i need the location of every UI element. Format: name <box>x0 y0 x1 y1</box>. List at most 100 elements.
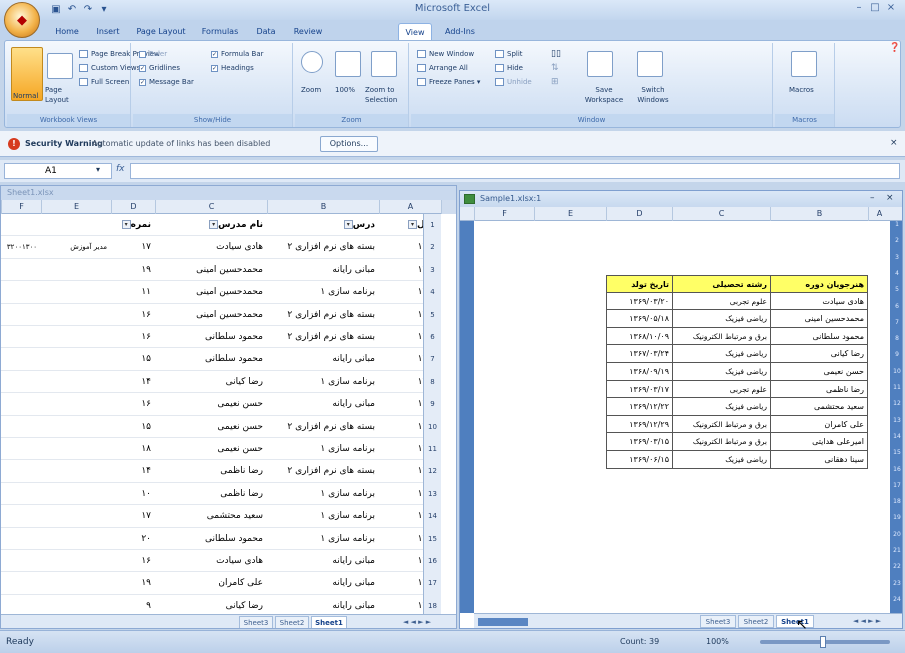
tab-page-layout[interactable]: Page Layout <box>132 23 190 40</box>
tab-data[interactable]: Data <box>250 23 282 40</box>
cell-d[interactable]: ۱۴ <box>111 460 155 482</box>
cell-c[interactable]: سعید محتشمی <box>155 505 267 527</box>
row-header[interactable]: 5 <box>423 303 441 326</box>
cell-f[interactable] <box>1 505 41 527</box>
cell-d[interactable]: ۱۶ <box>111 304 155 326</box>
right-sheet-tab-sheet1[interactable]: Sheet1 <box>776 615 814 628</box>
cell-f[interactable] <box>1 550 41 572</box>
cell-f[interactable] <box>1 304 41 326</box>
field-of-study-cell[interactable]: ریاضی فیزیک <box>672 310 770 328</box>
right-row-header[interactable]: 5 <box>890 286 902 293</box>
name-box-dropdown-icon[interactable]: ▾ <box>96 165 100 174</box>
student-name-cell[interactable]: علی کامران <box>770 415 868 434</box>
cell-b[interactable]: برنامه سازی ۱ <box>267 528 379 550</box>
tab-formulas[interactable]: Formulas <box>196 23 244 40</box>
cell-b[interactable]: بسته های نرم افزاری ۲ <box>267 416 379 438</box>
close-icon[interactable]: × <box>890 138 898 148</box>
right-sheet-nav-arrows[interactable]: ◄ ◄ ► ► <box>834 615 900 628</box>
undo-icon[interactable]: ↶ <box>66 4 78 16</box>
right-row-header[interactable]: 24 <box>890 596 902 603</box>
hide-button[interactable]: Hide <box>495 63 523 73</box>
right-row-header[interactable]: 4 <box>890 270 902 277</box>
right-row-header[interactable]: 15 <box>890 449 902 456</box>
cell-f[interactable] <box>1 371 41 393</box>
cell-f[interactable] <box>1 416 41 438</box>
cell-f[interactable] <box>1 572 41 594</box>
row-header[interactable]: 8 <box>423 370 441 394</box>
right-row-header[interactable]: 1 <box>890 221 902 228</box>
header-birth-date[interactable]: تاریخ تولد <box>606 275 672 293</box>
header-cell-c[interactable]: ▾ نام مدرس <box>155 214 267 236</box>
cell-f[interactable] <box>1 326 41 348</box>
student-name-cell[interactable]: امیرعلی هدایتی <box>770 433 868 451</box>
student-name-cell[interactable]: حسن نعیمی <box>770 363 868 381</box>
cell-b[interactable]: برنامه سازی ۱ <box>267 438 379 460</box>
cell-e[interactable] <box>41 393 111 415</box>
cell-b[interactable]: بسته های نرم افزاری ۲ <box>267 460 379 482</box>
field-of-study-cell[interactable]: برق و مرتباط الکترونیک <box>672 415 770 434</box>
birth-date-cell[interactable]: ۱۳۶۸/۰۹/۱۹ <box>606 363 672 381</box>
row-header[interactable]: 7 <box>423 348 441 371</box>
zoom-magnifier-icon[interactable] <box>301 51 323 73</box>
field-of-study-cell[interactable]: ریاضی فیزیک <box>672 363 770 381</box>
ruler-checkbox[interactable]: Ruler <box>139 49 167 59</box>
row-header[interactable]: 1 <box>423 214 441 237</box>
student-name-cell[interactable]: رضا کیانی <box>770 345 868 363</box>
right-row-header[interactable]: 20 <box>890 531 902 538</box>
right-row-header[interactable]: 16 <box>890 466 902 473</box>
message-bar-checkbox[interactable]: ✓ Message Bar <box>139 77 194 87</box>
cell-e[interactable] <box>41 304 111 326</box>
row-header[interactable]: 14 <box>423 505 441 528</box>
header-students[interactable]: هنرجویان دوره <box>770 275 868 293</box>
student-name-cell[interactable]: هادی سیادت <box>770 292 868 311</box>
cell-c[interactable]: حسن نعیمی <box>155 438 267 460</box>
cell-e[interactable] <box>41 572 111 594</box>
row-header[interactable]: 10 <box>423 415 441 438</box>
student-name-cell[interactable]: سینا دهقانی <box>770 451 868 469</box>
sheet-tab-sheet1[interactable]: Sheet1 <box>311 616 347 628</box>
cell-d[interactable]: ۱۵ <box>111 416 155 438</box>
header-cell-b[interactable]: ▾ درس <box>267 214 379 236</box>
right-row-header[interactable]: 23 <box>890 580 902 587</box>
cell-e[interactable] <box>41 528 111 550</box>
field-of-study-cell[interactable]: علوم تجربی <box>672 292 770 311</box>
student-name-cell[interactable]: محمود سلطانی <box>770 327 868 346</box>
cell-b[interactable]: مبانی رایانه <box>267 348 379 370</box>
cell-c[interactable]: رضا ناظمی <box>155 460 267 482</box>
cell-d[interactable]: ۱۶ <box>111 393 155 415</box>
cell-c[interactable]: محمدحسین امینی <box>155 304 267 326</box>
right-column-header-c[interactable]: C <box>672 207 770 221</box>
row-header[interactable]: 12 <box>423 460 441 483</box>
cell-d[interactable]: ۱۵ <box>111 348 155 370</box>
cell-e[interactable] <box>41 505 111 527</box>
cell-f[interactable] <box>1 460 41 482</box>
tab-view[interactable]: View <box>398 23 432 40</box>
cell-b[interactable]: برنامه سازی ۱ <box>267 371 379 393</box>
qat-dropdown-icon[interactable]: ▾ <box>98 4 110 16</box>
row-header[interactable]: 3 <box>423 258 441 282</box>
zoom-100-icon[interactable] <box>335 51 361 77</box>
right-row-header[interactable]: 13 <box>890 417 902 424</box>
tab-review[interactable]: Review <box>288 23 328 40</box>
left-sheet-grid[interactable]: ▾نمره▾نام مدرس▾درس▾سال1۳۲۰۰۱۳۰۰مدیر آموز… <box>1 214 441 618</box>
right-row-header[interactable]: 3 <box>890 254 902 261</box>
cell-f[interactable] <box>1 393 41 415</box>
filter-dropdown-icon[interactable]: ▾ <box>407 220 417 229</box>
sheet-tab-sheet3[interactable]: Sheet3 <box>239 616 273 628</box>
row-header[interactable]: 6 <box>423 326 441 349</box>
right-column-header-a[interactable]: A <box>868 207 890 221</box>
select-all-corner[interactable] <box>441 200 456 214</box>
cell-d[interactable]: ۱۹ <box>111 259 155 281</box>
cell-d[interactable]: ۱۱ <box>111 281 155 303</box>
right-column-header-f[interactable]: F <box>474 207 534 221</box>
right-row-header[interactable]: 7 <box>890 319 902 326</box>
student-name-cell[interactable]: محمدحسین امینی <box>770 310 868 328</box>
filter-dropdown-icon[interactable]: ▾ <box>209 220 219 229</box>
view-side-by-side-icon[interactable]: ▯▯ <box>551 49 561 59</box>
right-row-header[interactable]: 6 <box>890 303 902 310</box>
custom-views-button[interactable]: Custom Views <box>79 63 140 73</box>
birth-date-cell[interactable]: ۱۳۶۹/۰۶/۱۵ <box>606 451 672 469</box>
cell-d[interactable]: ۱۶ <box>111 550 155 572</box>
row-header[interactable]: 16 <box>423 550 441 573</box>
filter-dropdown-icon[interactable]: ▾ <box>121 220 131 229</box>
